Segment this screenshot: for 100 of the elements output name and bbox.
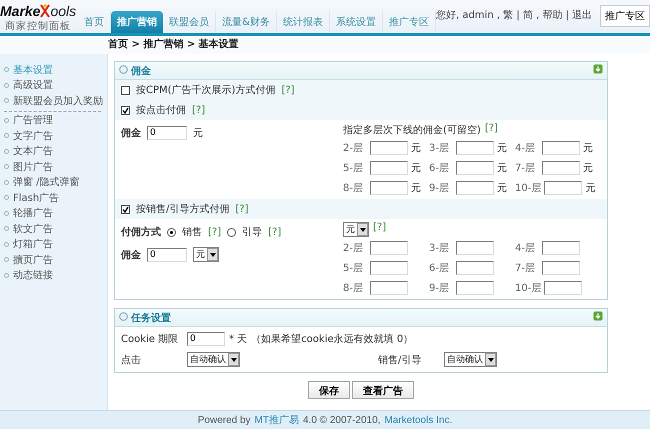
checkbox[interactable] [121,106,130,114]
input-field[interactable] [456,281,494,295]
circle-icon [119,312,128,324]
tier-label: 4-层 [515,142,536,155]
sidebar-item[interactable]: 灯箱广告 [4,236,101,252]
action-button[interactable]: 查看广告 [352,381,414,399]
tier-label: 9-层 [429,282,450,295]
option-label: 按点击付佣 [136,104,186,117]
input-field[interactable] [456,161,494,175]
input-field[interactable] [544,181,582,195]
input-field[interactable] [456,181,494,195]
help-link[interactable]: [?] [373,222,386,237]
radio-label: 销售 [182,226,202,239]
sidebar-item[interactable]: 轮播广告 [4,206,101,221]
option-label: 按销售/引导方式付佣 [136,202,230,216]
unit-label: 元 [193,127,203,140]
input-field[interactable] [542,141,580,155]
help-link[interactable]: [?] [268,226,282,238]
tier-label: 6-层 [429,262,450,275]
tier-label: 2-层 [343,242,364,255]
tier-label: 10-层 [515,282,542,295]
dropdown[interactable]: 元 [343,222,369,237]
action-button[interactable]: 保存 [308,381,350,399]
nav-tab[interactable]: 联盟会员 [163,11,216,33]
input-field[interactable] [456,261,494,275]
input-field[interactable] [544,281,582,295]
checkbox[interactable] [121,86,130,94]
unit-label: 元 [411,182,421,195]
unit-label: * 天 [229,333,248,346]
nav-tab[interactable]: 推广营销 [111,11,164,33]
input-field[interactable] [542,241,580,255]
sidebar-item[interactable]: 广告管理 [4,112,101,128]
nav-tab[interactable]: 推广专区 [382,11,436,33]
input-field[interactable] [456,141,494,155]
tier-label: 10-层 [515,182,542,195]
caret-icon [357,223,368,236]
input-field[interactable] [370,281,408,295]
input-field[interactable] [542,161,580,175]
help-link[interactable]: [?] [484,123,498,137]
field-label: Cookie 期限 [121,332,180,346]
help-link[interactable]: [?] [281,84,295,96]
unit-label: 元 [497,162,507,175]
sidebar-item[interactable]: Flash广告 [4,190,101,206]
input-field[interactable] [370,181,408,195]
input-field[interactable] [370,261,408,275]
input-field[interactable] [370,141,408,155]
input-field[interactable] [370,241,408,255]
sidebar-item[interactable]: 文字广告 [4,128,101,144]
footer-text: Powered by [198,414,251,426]
input-field[interactable]: 0 [147,248,187,262]
unit-label: 元 [585,182,596,195]
zone-button[interactable]: 推广专区 [600,5,650,27]
dropdown[interactable]: 自动确认 [444,352,497,367]
help-link[interactable]: [?] [235,204,248,214]
panel-title: 佣金 [131,64,151,78]
tier-label: 8-层 [343,182,364,195]
sidebar-item[interactable]: 高级设置 [4,78,107,93]
tier-label: 5-层 [343,162,364,175]
dropdown[interactable]: 自动确认 [187,352,240,367]
caret-icon [485,353,496,366]
input-field[interactable] [542,261,580,275]
sidebar-item[interactable]: 动态链接 [4,268,101,283]
tier-label: 7-层 [515,162,536,175]
nav-tab[interactable]: 统计报表 [276,11,330,33]
input-field[interactable]: 0 [187,332,225,346]
user-links[interactable]: 您好, admin , 繁 | 简 , 帮助 | 退出 [436,8,592,22]
caret-icon [228,353,239,366]
radio-button[interactable] [167,228,176,236]
logo-text: ools [50,2,76,18]
footer-link[interactable]: MT推广易 [254,413,299,427]
unit-label: 元 [583,162,593,175]
tier-label: 5-层 [343,262,364,275]
tier-label: 3-层 [429,142,450,155]
checkbox[interactable] [121,204,130,214]
field-label: 点击 [121,354,142,366]
footer-link[interactable]: Marketools Inc. [384,414,452,426]
sidebar-item[interactable]: 软文广告 [4,221,101,236]
breadcrumb: 首页 > 推广营销 > 基本设置 [107,37,239,52]
input-field[interactable] [456,241,494,255]
tier-label: 8-层 [343,282,364,295]
sidebar-item[interactable]: 文本广告 [4,144,101,159]
nav-tab[interactable]: 流量&财务 [216,11,277,33]
input-field[interactable]: 0 [147,126,187,140]
sidebar-item[interactable]: 擴页广告 [4,252,101,268]
help-link[interactable]: [?] [192,104,206,116]
input-field[interactable] [370,161,408,175]
sidebar-item[interactable]: 图片广告 [4,159,101,174]
caret-icon [207,248,218,261]
radio-button[interactable] [227,228,236,236]
sidebar-item[interactable]: 新联盟会员加入奖励 [4,93,107,108]
tier-label: 3-层 [429,242,450,255]
unit-label: 元 [583,142,593,155]
logo-subtitle: 商家控制面板 [5,20,72,32]
tiers-title: 指定多层次下线的佣金(可留空) [343,124,481,137]
radio-label: 引导 [242,226,262,239]
dropdown[interactable]: 元 [193,247,219,262]
nav-tab[interactable]: 系统设置 [330,11,383,33]
sidebar-item[interactable]: 弹窗 /隐式弹窗 [4,174,101,190]
field-label: 佣金 [121,248,141,262]
help-link[interactable]: [?] [208,226,222,238]
